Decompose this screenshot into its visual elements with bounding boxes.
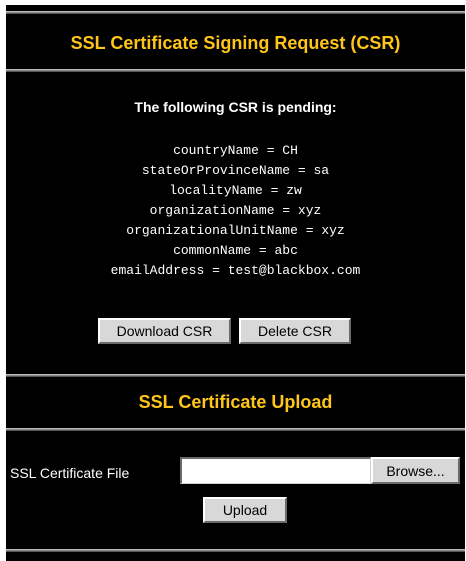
download-csr-button[interactable]: Download CSR	[98, 318, 231, 344]
csr-section-title: SSL Certificate Signing Request (CSR)	[70, 33, 401, 53]
ssl-certificate-file-input[interactable]	[180, 457, 371, 484]
csr-email-address: emailAddress = test@blackbox.com	[110, 263, 361, 278]
divider	[6, 428, 465, 431]
divider	[6, 549, 465, 552]
csr-organization-name: organizationName = xyz	[149, 203, 322, 218]
ssl-panel: SSL Certificate Signing Request (CSR) Th…	[6, 5, 465, 561]
csr-organizational-unit-name: organizationalUnitName = xyz	[126, 223, 345, 238]
ssl-certificate-file-label: SSL Certificate File	[10, 465, 130, 481]
upload-section-title: SSL Certificate Upload	[138, 392, 333, 412]
csr-country-name: countryName = CH	[173, 143, 298, 158]
divider	[6, 11, 465, 14]
upload-button[interactable]: Upload	[203, 497, 287, 523]
csr-common-name: commonName = abc	[173, 243, 298, 258]
divider	[6, 374, 465, 377]
csr-locality-name: localityName = zw	[169, 183, 302, 198]
csr-details: countryName = CH stateOrProvinceName = s…	[6, 141, 465, 281]
delete-csr-button[interactable]: Delete CSR	[239, 318, 351, 344]
csr-state-name: stateOrProvinceName = sa	[141, 163, 330, 178]
browse-button[interactable]: Browse...	[371, 457, 460, 484]
divider	[6, 69, 465, 72]
csr-pending-heading: The following CSR is pending:	[134, 99, 337, 115]
